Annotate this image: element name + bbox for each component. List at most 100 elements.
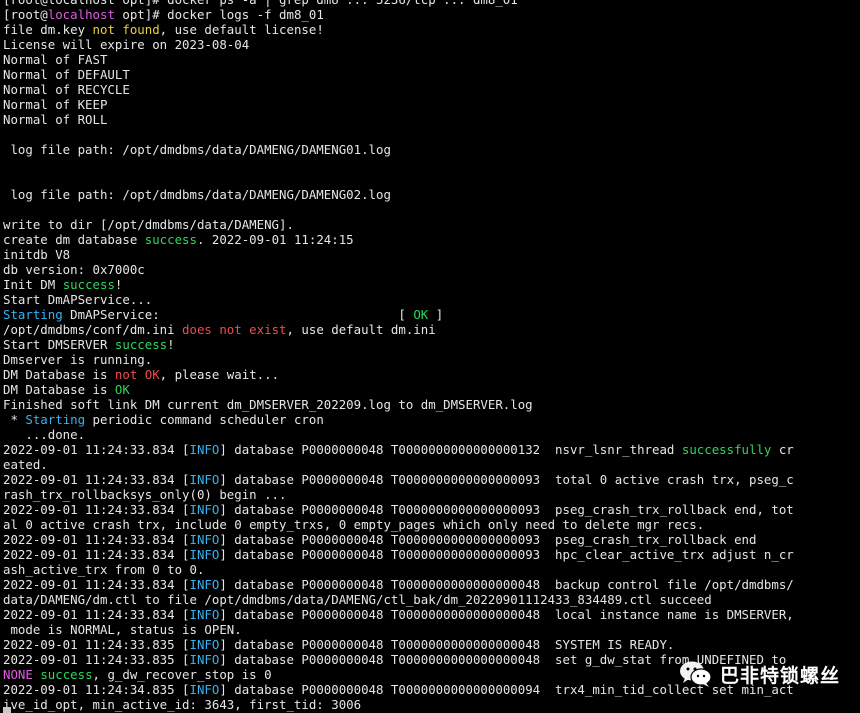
terminal-text-segment: 2022-09-01 11:24:33.834 [ — [3, 502, 190, 517]
terminal-line: ...done. — [3, 427, 859, 442]
terminal-text-segment: INFO — [189, 637, 220, 652]
terminal-text-segment: * — [3, 412, 26, 427]
terminal-text-segment: log file path: /opt/dmdbms/data/DAMENG/D… — [3, 187, 391, 202]
terminal-line: create dm database success. 2022-09-01 1… — [3, 232, 859, 247]
terminal-text-segment: INFO — [189, 547, 220, 562]
terminal-text-segment: NONE — [3, 667, 33, 682]
terminal-text-segment: OK — [413, 307, 429, 322]
terminal-line: eated. — [3, 457, 859, 472]
terminal-text-segment: ] database P0000000048 T0000000000000000… — [219, 577, 794, 592]
terminal-text-segment: /opt/dmdbms/conf/dm.ini — [3, 322, 183, 337]
terminal-cursor — [3, 707, 11, 713]
terminal-text-segment: DM Database is — [3, 367, 115, 382]
terminal-line: log file path: /opt/dmdbms/data/DAMENG/D… — [3, 142, 859, 157]
terminal-text-segment: DmAPService: [ — [62, 307, 414, 322]
terminal-text-segment: Start DmAPService... — [3, 292, 153, 307]
terminal-line: Normal of DEFAULT — [3, 67, 859, 82]
terminal-text-segment: ] database P0000000048 T0000000000000000… — [219, 637, 675, 652]
terminal-text-segment: INFO — [189, 577, 220, 592]
terminal-text-segment: al 0 active crash trx, include 0 empty_t… — [3, 517, 705, 532]
terminal-text-segment: OK — [114, 382, 130, 397]
terminal-text-segment: INFO — [189, 682, 220, 697]
terminal-line: 2022-09-01 11:24:33.834 [INFO] database … — [3, 607, 859, 622]
terminal-text-segment: INFO — [189, 532, 220, 547]
terminal-text-segment: ash_active_trx from 0 to 0. — [3, 562, 205, 577]
terminal-line: DM Database is OK — [3, 382, 859, 397]
terminal-text-segment: periodic command scheduler cron — [85, 412, 324, 427]
terminal-text-segment: eated. — [3, 457, 48, 472]
terminal-line: Normal of FAST — [3, 52, 859, 67]
terminal-text-segment: ] database P0000000048 T0000000000000000… — [219, 547, 794, 562]
terminal-line: ash_active_trx from 0 to 0. — [3, 562, 859, 577]
terminal-text-segment: ] — [428, 307, 444, 322]
terminal-line: 2022-09-01 11:24:33.834 [INFO] database … — [3, 577, 859, 592]
terminal-line: initdb V8 — [3, 247, 859, 262]
terminal-line: rash_trx_rollbacksys_only(0) begin ... — [3, 487, 859, 502]
terminal-line: Start DMSERVER success! — [3, 337, 859, 352]
terminal-text-segment: ! — [114, 277, 123, 292]
terminal-line: Init DM success! — [3, 277, 859, 292]
terminal-line: [root@localhost opt]# docker ps -a | gre… — [3, 0, 859, 7]
terminal-text-segment: . 2022-09-01 11:24:15 — [196, 232, 354, 247]
terminal-line: mode is NORMAL, status is OPEN. — [3, 622, 859, 637]
terminal-text-segment: opt]# docker logs -f dm8_01 — [114, 7, 324, 22]
terminal-line: al 0 active crash trx, include 0 empty_t… — [3, 517, 859, 532]
terminal-text-segment: 2022-09-01 11:24:33.834 [ — [3, 607, 190, 622]
terminal-line: db version: 0x7000c — [3, 262, 859, 277]
terminal-text-segment: ive_id_opt, min_active_id: 3643, first_t… — [3, 697, 362, 712]
terminal-text-segment: , use default dm.ini — [286, 322, 436, 337]
terminal-text-segment: 2022-09-01 11:24:33.834 [ — [3, 577, 190, 592]
terminal-text-segment: DM Database is — [3, 382, 115, 397]
terminal-text-segment: Normal of KEEP — [3, 97, 108, 112]
terminal-output[interactable]: [root@localhost opt]# docker ps -a | gre… — [3, 0, 859, 712]
terminal-text-segment: Init DM — [3, 277, 63, 292]
terminal-text-segment: 2022-09-01 11:24:33.835 [ — [3, 652, 190, 667]
terminal-text-segment: INFO — [189, 607, 220, 622]
terminal-text-segment: Start DMSERVER — [3, 337, 115, 352]
terminal-line: Start DmAPService... — [3, 292, 859, 307]
terminal-line: write to dir [/opt/dmdbms/data/DAMENG]. — [3, 217, 859, 232]
terminal-text-segment: [root@localhost opt]# docker ps -a | gre… — [3, 0, 518, 7]
terminal-text-segment: , use default license! — [159, 22, 324, 37]
terminal-text-segment: 2022-09-01 11:24:34.835 [ — [3, 682, 190, 697]
terminal-text-segment: Normal of RECYCLE — [3, 82, 130, 97]
terminal-line: 2022-09-01 11:24:33.834 [INFO] database … — [3, 547, 859, 562]
terminal-line: ive_id_opt, min_active_id: 3643, first_t… — [3, 697, 859, 712]
terminal-text-segment: ] database P0000000048 T0000000000000000… — [219, 652, 787, 667]
terminal-text-segment: data/DAMENG/dm.ctl to file /opt/dmdbms/d… — [3, 592, 712, 607]
terminal-line: Normal of RECYCLE — [3, 82, 859, 97]
terminal-text-segment: Normal of FAST — [3, 52, 108, 67]
terminal-line: 2022-09-01 11:24:33.835 [INFO] database … — [3, 637, 859, 652]
terminal-text-segment: ] database P0000000048 T0000000000000000… — [219, 682, 794, 697]
terminal-line: Normal of KEEP — [3, 97, 859, 112]
terminal-text-segment: 2022-09-01 11:24:33.834 [ — [3, 472, 190, 487]
terminal-line: Dmserver is running. — [3, 352, 859, 367]
terminal-text-segment: successfully — [681, 442, 772, 457]
terminal-text-segment: INFO — [189, 652, 220, 667]
terminal-line: Starting DmAPService: [ OK ] — [3, 307, 859, 322]
terminal-text-segment: file dm.key — [3, 22, 93, 37]
terminal-line: 2022-09-01 11:24:34.835 [INFO] database … — [3, 682, 859, 697]
terminal-text-segment: write to dir [/opt/dmdbms/data/DAMENG]. — [3, 217, 294, 232]
terminal-line: 2022-09-01 11:24:33.834 [INFO] database … — [3, 532, 859, 547]
terminal-text-segment: License will expire on 2023-08-04 — [3, 37, 250, 52]
terminal-text-segment: success — [62, 277, 115, 292]
terminal-text-segment: INFO — [189, 442, 220, 457]
terminal-text-segment: Starting — [3, 307, 63, 322]
terminal-text-segment: , g_dw_recover_stop is 0 — [92, 667, 272, 682]
terminal-line: file dm.key not found, use default licen… — [3, 22, 859, 37]
terminal-text-segment: Finished soft link DM current dm_DMSERVE… — [3, 397, 533, 412]
terminal-text-segment: ...done. — [3, 427, 86, 442]
terminal-text-segment: 2022-09-01 11:24:33.834 [ — [3, 532, 190, 547]
terminal-text-segment: log file path: /opt/dmdbms/data/DAMENG/D… — [3, 142, 391, 157]
terminal-line: License will expire on 2023-08-04 — [3, 37, 859, 52]
terminal-text-segment: INFO — [189, 502, 220, 517]
terminal-text-segment: does not exist — [182, 322, 287, 337]
terminal-line: 2022-09-01 11:24:33.834 [INFO] database … — [3, 442, 859, 457]
terminal-text-segment: ] database P0000000048 T0000000000000000… — [219, 502, 794, 517]
terminal-line: DM Database is not OK, please wait... — [3, 367, 859, 382]
